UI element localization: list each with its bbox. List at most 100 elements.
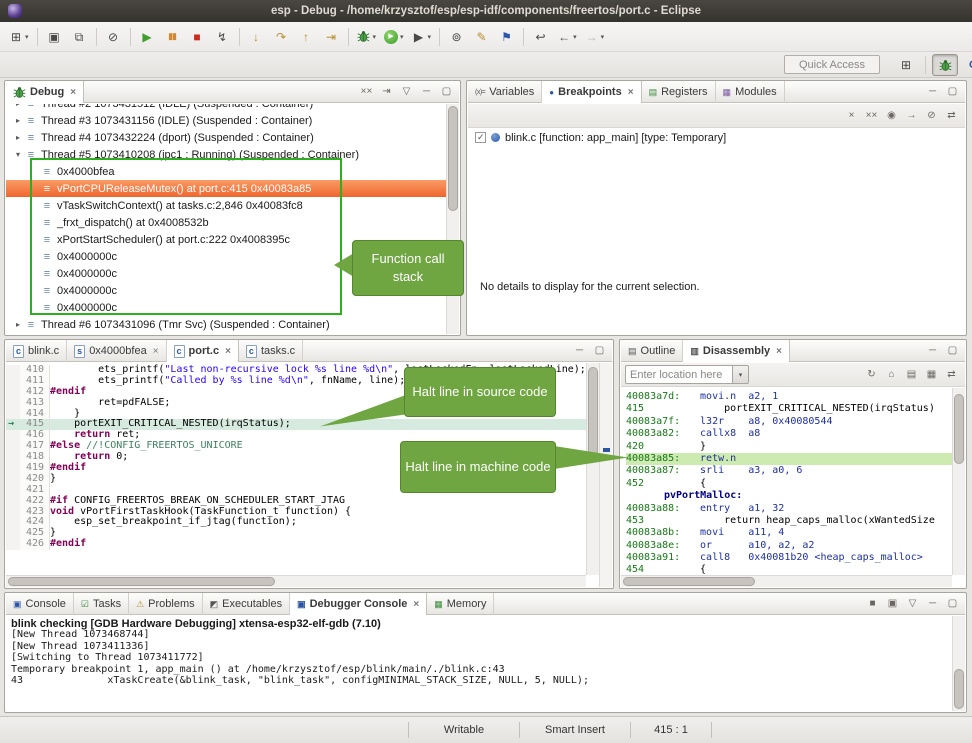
code-line[interactable]: 418 return 0; (6, 452, 586, 463)
tab-breakpoints[interactable]: ●Breakpoints× (542, 81, 641, 103)
debug-perspective-button[interactable] (932, 54, 958, 76)
disassembly-row[interactable]: 40083a8b: movi a11, 4 (626, 527, 952, 539)
new-button[interactable]: ⊞▾ (6, 25, 32, 48)
remove-all-terminated-button[interactable]: ×× (357, 83, 376, 101)
code-line[interactable]: 413 ret=pdFALSE; (6, 398, 586, 409)
code-line[interactable]: 411 ets_printf("Called by %s line %d\n",… (6, 376, 586, 387)
disassembly-row[interactable]: 40083a91: call8 0x40081b20 <heap_caps_ma… (626, 552, 952, 564)
open-perspective-button[interactable]: ⊞ (893, 54, 919, 76)
maximize-button[interactable]: ▢ (437, 83, 456, 101)
disassembly-row[interactable]: 40083a8e: or a10, a2, a2 (626, 540, 952, 552)
stack-frame-row[interactable]: ≡vTaskSwitchContext() at tasks.c:2,846 0… (6, 197, 446, 214)
tab-debug[interactable]: Debug× (6, 81, 84, 103)
suspend-button[interactable]: ▮▮ (161, 25, 184, 48)
link-with-debug-view-button[interactable]: ⇄ (942, 107, 961, 125)
show-source-button[interactable]: ▤ (902, 366, 921, 384)
breakpoint-checkbox[interactable] (475, 132, 486, 143)
terminate-button[interactable]: ■ (186, 25, 209, 48)
show-breakpoints-for-selection-button[interactable]: ◉ (882, 107, 901, 125)
stack-frame-row[interactable]: ≡vPortCPUReleaseMutex() at port.c:415 0x… (6, 180, 446, 197)
disassembly-content[interactable]: 40083a7d: movi.n a2, 1415 portEXIT_CRITI… (621, 388, 965, 587)
step-into-button[interactable]: ↓ (245, 25, 268, 48)
editor-overview-ruler[interactable] (599, 363, 612, 587)
view-menu-button[interactable]: ▽ (397, 83, 416, 101)
code-line[interactable]: 420} (6, 474, 586, 485)
external-tools-button[interactable]: ▶▾ (409, 25, 435, 48)
tab-outline[interactable]: ▤Outline (621, 340, 683, 362)
scrollbar-thumb[interactable] (623, 577, 755, 586)
step-over-button[interactable]: ↷ (270, 25, 293, 48)
stack-frame-row[interactable]: ≡xPortStartScheduler() at port.c:222 0x4… (6, 231, 446, 248)
show-symbols-button[interactable]: ▦ (922, 366, 941, 384)
close-icon[interactable]: × (225, 346, 231, 357)
close-icon[interactable]: × (153, 346, 159, 357)
overview-marker[interactable] (603, 448, 610, 452)
stack-frame-row[interactable]: ≡0x4000000c (6, 282, 446, 299)
tab-tasks-c[interactable]: ctasks.c (239, 340, 303, 362)
close-icon[interactable]: × (70, 87, 76, 98)
maximize-button[interactable]: ▢ (943, 595, 962, 613)
thread-row[interactable]: ▾≡Thread #5 1073410208 (ipc1 : Running) … (6, 146, 446, 163)
editor-horizontal-scrollbar[interactable] (6, 575, 586, 587)
quick-access-field[interactable]: Quick Access (784, 55, 880, 74)
minimize-button[interactable]: ─ (923, 83, 942, 101)
code-line[interactable]: 426#endif (6, 539, 586, 550)
disassembly-row[interactable]: 420 } (626, 441, 952, 453)
step-return-button[interactable]: ↑ (295, 25, 318, 48)
location-input[interactable]: Enter location here (625, 365, 733, 384)
disassembly-row[interactable]: 40083a88: entry a1, 32 (626, 503, 952, 515)
last-edit-button[interactable]: ↩ (529, 25, 552, 48)
go-to-file-button[interactable]: → (902, 107, 921, 125)
tab-tasks[interactable]: ☑Tasks (74, 593, 129, 615)
tab-debugger-console[interactable]: ▣Debugger Console× (290, 593, 427, 615)
maximize-button[interactable]: ▢ (943, 342, 962, 360)
scrollbar-thumb[interactable] (448, 106, 458, 211)
disassembly-row[interactable]: pvPortMalloc: (626, 490, 952, 502)
code-editor[interactable]: 410 ets_printf("Last non-recursive lock … (6, 363, 612, 587)
console-output[interactable]: blink checking [GDB Hardware Debugging] … (6, 616, 965, 711)
scrollbar-thumb[interactable] (954, 394, 964, 464)
tab-console[interactable]: ▣Console (6, 593, 74, 615)
remove-breakpoint-button[interactable]: × (842, 107, 861, 125)
console-vertical-scrollbar[interactable] (952, 616, 965, 711)
stack-frame-row[interactable]: ≡_frxt_dispatch() at 0x4008532b (6, 214, 446, 231)
location-dropdown-button[interactable]: ▾ (733, 365, 749, 384)
sync-button[interactable]: ⇄ (942, 366, 961, 384)
disassembly-listing[interactable]: 40083a7d: movi.n a2, 1415 portEXIT_CRITI… (621, 388, 952, 575)
twistie-icon[interactable]: ▸ (12, 133, 24, 142)
disassembly-vertical-scrollbar[interactable] (952, 388, 965, 575)
disassembly-row[interactable]: 40083a7d: movi.n a2, 1 (626, 391, 952, 403)
save-button[interactable]: ▣ (43, 25, 66, 48)
maximize-button[interactable]: ▢ (943, 83, 962, 101)
thread-row[interactable]: ▸≡Thread #2 1073431512 (IDLE) (Suspended… (6, 104, 446, 112)
mark-occurrences-button[interactable]: ✎ (470, 25, 493, 48)
cpp-perspective-button[interactable]: C (960, 54, 972, 76)
scrollbar-thumb[interactable] (954, 669, 964, 709)
editor-text-area[interactable]: 410 ets_printf("Last non-recursive lock … (6, 363, 586, 575)
disassembly-row[interactable]: 452 { (626, 478, 952, 490)
stack-frame-row[interactable]: ≡0x4000000c (6, 248, 446, 265)
disassembly-horizontal-scrollbar[interactable] (621, 575, 952, 587)
tab-0x4000bfea[interactable]: s0x4000bfea× (67, 340, 166, 362)
tab-disassembly[interactable]: ▥Disassembly× (683, 340, 790, 362)
thread-row[interactable]: ▸≡Thread #3 1073431156 (IDLE) (Suspended… (6, 112, 446, 129)
run-button[interactable]: ▶▾ (381, 25, 407, 48)
disassembly-row[interactable]: 40083a82: callx8 a8 (626, 428, 952, 440)
forward-button[interactable]: →▾ (582, 25, 608, 48)
stack-frame-row[interactable]: ≡0x4000bfea (6, 163, 446, 180)
window-titlebar[interactable]: esp - Debug - /home/krzysztof/esp/esp-id… (0, 0, 972, 22)
disassembly-row[interactable]: 40083a85: retw.n (626, 453, 952, 465)
instruction-stepping-button[interactable]: ⇥ (320, 25, 343, 48)
thread-row[interactable]: ▸≡Thread #6 1073431096 (Tmr Svc) (Suspen… (6, 316, 446, 333)
twistie-icon[interactable]: ▸ (12, 104, 24, 108)
twistie-icon[interactable]: ▸ (12, 320, 24, 329)
tab-blink-c[interactable]: cblink.c (6, 340, 67, 362)
tab-executables[interactable]: ◩Executables (203, 593, 290, 615)
bookmark-button[interactable]: ⚑ (495, 25, 518, 48)
minimize-button[interactable]: ─ (923, 342, 942, 360)
scrollbar-thumb[interactable] (8, 577, 275, 586)
disassembly-row[interactable]: 40083a7f: l32r a8, 0x40080544 (626, 416, 952, 428)
resume-button[interactable]: ▶ (136, 25, 159, 48)
console-display-button[interactable]: ▣ (883, 595, 902, 613)
view-menu-button[interactable]: ▽ (903, 595, 922, 613)
